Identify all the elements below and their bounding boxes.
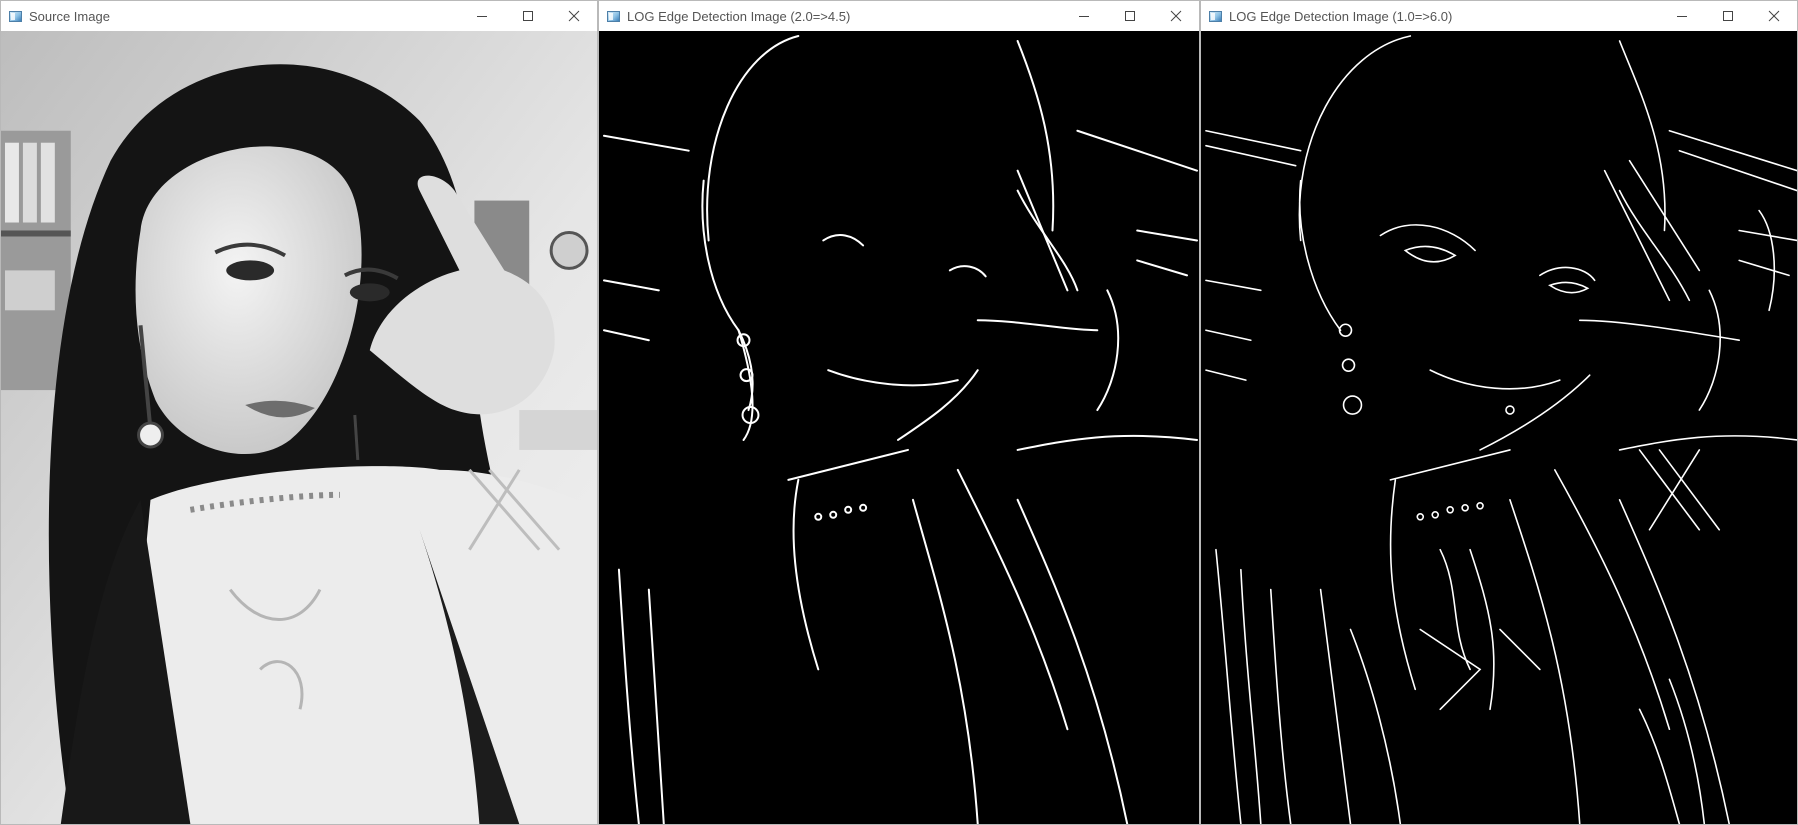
edge-map-graphic <box>1201 31 1797 824</box>
edge-map-graphic <box>599 31 1199 824</box>
close-button[interactable] <box>1153 1 1199 31</box>
minimize-button[interactable] <box>1061 1 1107 31</box>
maximize-icon <box>1723 11 1733 21</box>
window-app-icon <box>9 10 22 22</box>
maximize-icon <box>523 11 533 21</box>
log-edge-window-1-6-0[interactable]: LOG Edge Detection Image (1.0=>6.0) <box>1200 0 1798 825</box>
window-titlebar[interactable]: Source Image <box>1 1 597 31</box>
maximize-icon <box>1125 11 1135 21</box>
window-titlebar[interactable]: LOG Edge Detection Image (2.0=>4.5) <box>599 1 1199 31</box>
window-app-icon <box>1209 10 1222 22</box>
close-button[interactable] <box>551 1 597 31</box>
minimize-icon <box>1079 16 1089 17</box>
window-title: LOG Edge Detection Image (1.0=>6.0) <box>1229 8 1453 24</box>
log-edge-window-2-4-5[interactable]: LOG Edge Detection Image (2.0=>4.5) <box>598 0 1200 825</box>
maximize-button[interactable] <box>505 1 551 31</box>
minimize-button[interactable] <box>1659 1 1705 31</box>
edge-image <box>1201 31 1797 824</box>
window-title: Source Image <box>29 8 110 24</box>
minimize-button[interactable] <box>459 1 505 31</box>
source-photo-graphic <box>1 31 597 824</box>
source-image <box>1 31 597 824</box>
edge-image <box>599 31 1199 824</box>
close-icon <box>1170 10 1182 22</box>
close-button[interactable] <box>1751 1 1797 31</box>
close-icon <box>568 10 580 22</box>
window-title: LOG Edge Detection Image (2.0=>4.5) <box>627 8 851 24</box>
close-icon <box>1768 10 1780 22</box>
minimize-icon <box>477 16 487 17</box>
maximize-button[interactable] <box>1107 1 1153 31</box>
window-app-icon <box>607 10 620 22</box>
source-image-window[interactable]: Source Image <box>0 0 598 825</box>
minimize-icon <box>1677 16 1687 17</box>
maximize-button[interactable] <box>1705 1 1751 31</box>
window-titlebar[interactable]: LOG Edge Detection Image (1.0=>6.0) <box>1201 1 1797 31</box>
